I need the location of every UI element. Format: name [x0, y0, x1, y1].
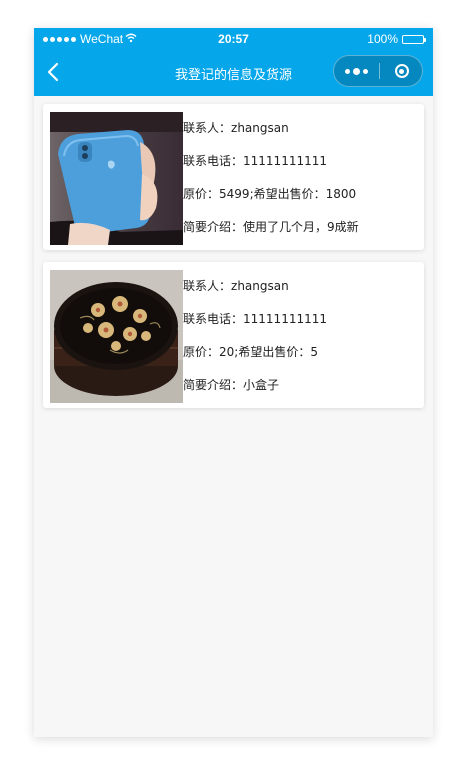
contact-label: 联系人：: [183, 279, 232, 293]
close-button[interactable]: [380, 56, 423, 86]
navigation-bar: 我登记的信息及货源: [34, 49, 433, 96]
iphone-photo-icon: [50, 112, 183, 245]
price-value: 5499: [219, 187, 250, 201]
lacquer-box-photo-icon: [50, 270, 183, 403]
description-value: 使用了几个月，9成新: [243, 220, 359, 234]
status-bar: WeChat 20:57 100%: [34, 28, 433, 49]
contact-row: 联系人：zhangsan: [183, 270, 418, 303]
price-row: 原价：5499;希望出售价：1800: [183, 178, 418, 211]
listing-info: 联系人：zhangsan 联系电话：11111111111 原价：5499;希望…: [183, 112, 418, 244]
description-row: 简要介绍：使用了几个月，9成新: [183, 211, 418, 244]
phone-frame: WeChat 20:57 100% 我登记的信息及货源 联系人：zhangsan…: [34, 28, 433, 737]
sale-price-value: 5: [310, 345, 318, 359]
listing-card[interactable]: 联系人：zhangsan 联系电话：11111111111 原价：20;希望出售…: [43, 262, 424, 408]
sale-price-value: 1800: [325, 187, 357, 201]
description-value: 小盒子: [243, 378, 280, 392]
price-label: 原价：: [183, 345, 220, 359]
phone-value: 11111111111: [243, 154, 327, 168]
phone-row: 联系电话：11111111111: [183, 145, 418, 178]
description-label: 简要介绍：: [183, 220, 244, 234]
mini-program-capsule: [333, 55, 423, 87]
contact-value: zhangsan: [231, 121, 289, 135]
description-label: 简要介绍：: [183, 378, 244, 392]
status-right: 100%: [367, 32, 426, 46]
more-button[interactable]: [334, 56, 379, 86]
listing-card[interactable]: 联系人：zhangsan 联系电话：11111111111 原价：5499;希望…: [43, 104, 424, 250]
target-circle-icon: [394, 64, 409, 78]
price-row: 原价：20;希望出售价：5: [183, 336, 418, 369]
listing-image: [50, 112, 183, 245]
listing-info: 联系人：zhangsan 联系电话：11111111111 原价：20;希望出售…: [183, 270, 418, 402]
price-label: 原价：: [183, 187, 220, 201]
phone-value: 11111111111: [243, 312, 327, 326]
more-dots-icon: [345, 67, 368, 75]
description-row: 简要介绍：小盒子: [183, 369, 418, 402]
contact-row: 联系人：zhangsan: [183, 112, 418, 145]
battery-percent: 100%: [367, 32, 398, 46]
phone-row: 联系电话：11111111111: [183, 303, 418, 336]
listing-image: [50, 270, 183, 403]
phone-label: 联系电话：: [183, 154, 244, 168]
sale-price-label: 希望出售价：: [253, 187, 326, 201]
contact-value: zhangsan: [231, 279, 289, 293]
phone-label: 联系电话：: [183, 312, 244, 326]
battery-icon: [402, 34, 426, 44]
price-value: 20: [219, 345, 235, 359]
contact-label: 联系人：: [183, 121, 232, 135]
sale-price-label: 希望出售价：: [238, 345, 311, 359]
